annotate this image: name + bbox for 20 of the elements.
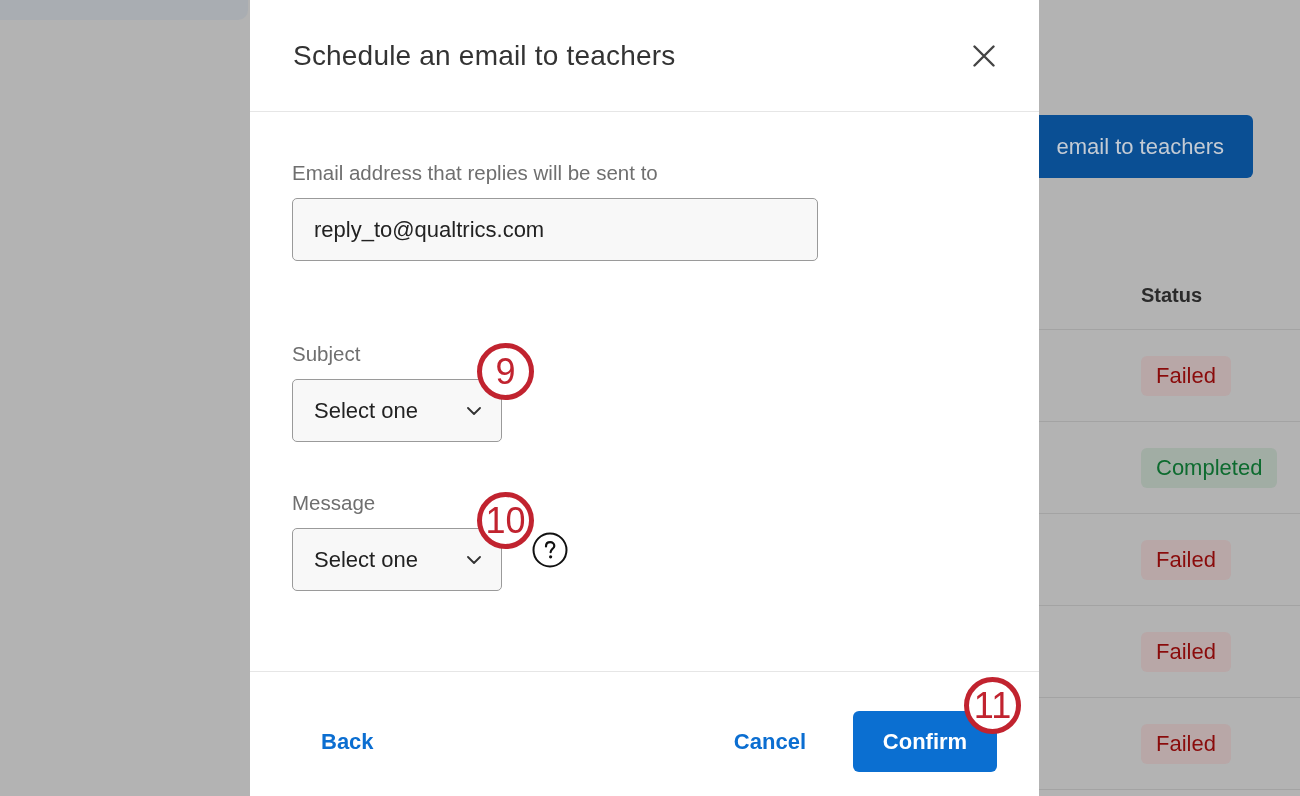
chevron-down-icon <box>467 555 481 564</box>
status-tag: Failed <box>1141 631 1231 672</box>
step-number-marker: 11 <box>964 677 1021 734</box>
status-tag: Failed <box>1141 539 1231 580</box>
step-number-marker: 10 <box>477 492 534 549</box>
dialog-title: Schedule an email to teachers <box>293 38 676 73</box>
close-icon <box>973 44 995 67</box>
step-number-marker: 9 <box>477 343 534 400</box>
back-button[interactable]: Back <box>297 711 398 772</box>
field-label: Email address that replies will be sent to <box>292 160 658 186</box>
column-header: Status <box>1141 282 1203 308</box>
field-label: Subject <box>292 341 361 367</box>
email-field[interactable]: reply_to@qualtrics.com <box>292 198 818 261</box>
page-button[interactable]: email to teachers <box>1039 115 1253 178</box>
status-tag: Completed <box>1141 447 1278 488</box>
status-tag: Failed <box>1141 723 1231 764</box>
status-tag: Failed <box>1141 355 1231 396</box>
cancel-button[interactable]: Cancel <box>709 711 830 772</box>
field-label: Message <box>292 490 376 516</box>
chevron-down-icon <box>467 406 481 415</box>
